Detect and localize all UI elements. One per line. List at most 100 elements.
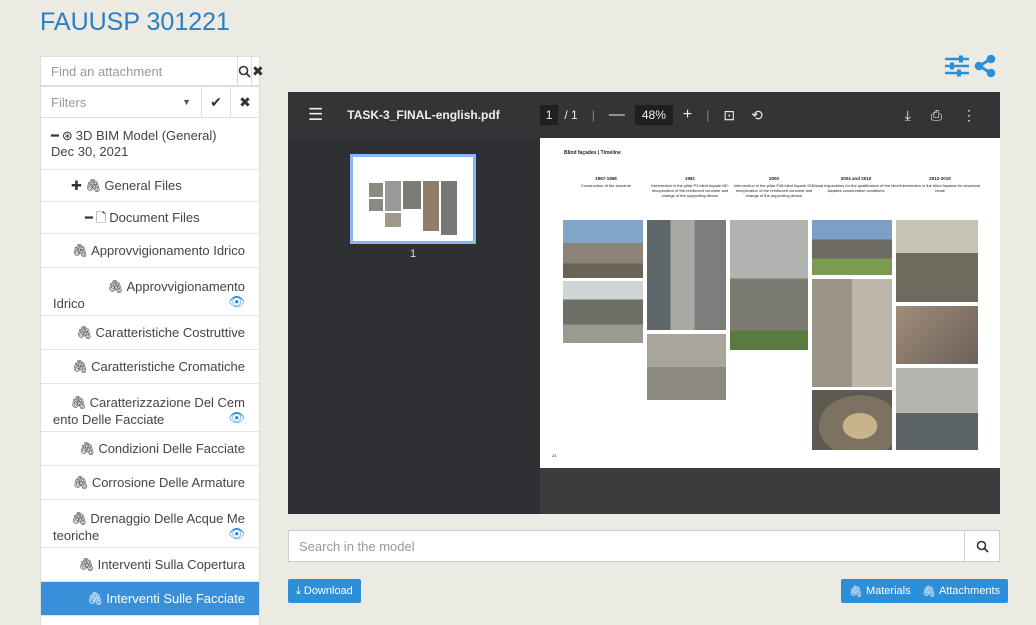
- zoom-out-icon[interactable]: —: [609, 106, 625, 124]
- share-icon[interactable]: [974, 54, 996, 78]
- page-heading: Blind façades | Timeline: [564, 150, 621, 156]
- file-label: Caratteristiche Cromatiche: [91, 359, 245, 374]
- file-item[interactable]: 🖇 Approvvigionamento Idrico: [41, 234, 259, 268]
- attachments-label: Attachments: [938, 585, 1001, 597]
- paperclip-icon: 🖇: [72, 475, 89, 490]
- paperclip-icon: 🖇: [70, 511, 88, 526]
- filters-row: Filters ▼ ✔ ✖: [40, 86, 260, 118]
- eye-icon[interactable]: 👁: [228, 525, 245, 542]
- timeline-text: Intervention in the pillar P3 blind faça…: [651, 183, 729, 198]
- paperclip-icon: 🖇: [78, 441, 96, 456]
- pdf-filename: TASK-3_FINAL-english.pdf: [347, 108, 500, 122]
- page-thumbnail[interactable]: [350, 154, 476, 244]
- model-search-button[interactable]: [964, 531, 999, 561]
- file-item-active[interactable]: 🖇 Interventi Sulle Facciate: [41, 582, 259, 616]
- paperclip-icon: 🖇: [71, 243, 89, 258]
- filters-select[interactable]: Filters ▼: [41, 87, 201, 117]
- thumb-photo: [369, 183, 383, 197]
- paperclip-icon: 🖇: [84, 178, 102, 193]
- folder-label: Document Files: [109, 210, 200, 225]
- thumbnail-page-number: 1: [409, 248, 417, 260]
- photo-inspection-2: [812, 279, 892, 387]
- clear-search-button[interactable]: ✖: [251, 57, 264, 85]
- apply-filter-button[interactable]: ✔: [201, 87, 230, 117]
- menu-icon[interactable]: ☰: [308, 105, 323, 125]
- zoom-in-icon[interactable]: +: [683, 106, 692, 124]
- materials-button[interactable]: 🖇 Materials: [841, 579, 919, 603]
- photo-inspection-3: [812, 390, 892, 450]
- eye-icon[interactable]: 👁: [228, 409, 245, 426]
- print-icon[interactable]: ⎙: [931, 107, 942, 124]
- file-item[interactable]: 🖇 Caratteristiche Costruttive: [41, 316, 259, 350]
- page-footer-number: 24: [552, 453, 557, 458]
- plus-icon: ✚: [71, 178, 82, 193]
- filters-label: Filters: [51, 94, 87, 110]
- clear-filter-button[interactable]: ✖: [230, 87, 259, 117]
- zoom-input[interactable]: 48%: [634, 105, 673, 125]
- file-item[interactable]: 🖇 Drenaggio Delle Acque Me teoriche 👁: [41, 500, 259, 548]
- search-button[interactable]: [237, 57, 251, 85]
- search-icon: [976, 540, 989, 553]
- rotate-icon[interactable]: ⟲: [751, 107, 763, 124]
- pdf-page: Blind façades | Timeline 1967-1968 Constr…: [540, 138, 1000, 468]
- file-label: Approvvigionamento Idrico: [91, 243, 245, 258]
- thumb-photo: [441, 181, 457, 235]
- tree-folder-document-files[interactable]: ━ 🗋 Document Files: [41, 202, 259, 234]
- caret-down-icon: ▼: [182, 97, 191, 107]
- timeline-year: 2004 and 2010: [840, 176, 872, 181]
- timeline-entry: 2004 and 2010 Visual inspections for the …: [812, 176, 900, 193]
- thumb-photo: [403, 181, 421, 209]
- file-label: Interventi Sulla Copertura: [97, 557, 245, 572]
- download-button[interactable]: ⤓ Download: [288, 579, 361, 603]
- timeline-entry: 1981 Intervention in the pillar P3 blind …: [646, 176, 734, 198]
- timeline-year: 2012-2015: [929, 176, 951, 181]
- fit-page-icon[interactable]: ⊡: [723, 107, 735, 124]
- file-label-cont: ento Delle Facciate: [53, 412, 165, 427]
- top-actions: [944, 54, 996, 78]
- paperclip-icon: 🖇: [70, 395, 87, 410]
- close-icon: ✖: [252, 62, 264, 79]
- more-vert-icon[interactable]: ⋮: [962, 107, 976, 124]
- file-label: Caratteristiche Costruttive: [95, 325, 245, 340]
- file-item[interactable]: 🖇 Condizioni Delle Facciate: [41, 432, 259, 466]
- file-item[interactable]: 🖇 Caratterizzazione Del Cem ento Delle Fac…: [41, 384, 259, 432]
- paperclip-icon: 🖇: [78, 557, 95, 572]
- eye-icon[interactable]: 👁: [228, 293, 245, 310]
- timeline-year: 1981: [684, 176, 695, 181]
- file-item[interactable]: 🖇 Caratteristiche Cromatiche: [41, 350, 259, 384]
- file-label: Interventi Sulle Facciate: [106, 591, 245, 606]
- check-icon: ✔: [210, 93, 222, 110]
- file-label: Drenaggio Delle Acque Me: [90, 511, 245, 526]
- page-title: FAUUSP 301221: [40, 8, 230, 36]
- download-icon: ⤓: [296, 584, 301, 597]
- file-item[interactable]: 🖇 Approvvigionamento Idrico 👁: [41, 268, 259, 316]
- file-label-cont: teoriche: [53, 528, 100, 543]
- photo-construction-2: [563, 281, 643, 343]
- cube-icon: ⊛: [61, 128, 73, 143]
- sliders-icon[interactable]: [944, 54, 970, 78]
- file-item[interactable]: 🖇 Corrosione Delle Armature: [41, 466, 259, 500]
- download-label: Download: [303, 585, 353, 597]
- paperclip-icon: 🖇: [922, 585, 936, 598]
- page-number-input[interactable]: 1: [539, 105, 559, 125]
- attachments-button[interactable]: 🖇 Attachments: [914, 579, 1009, 603]
- attachment-search-input[interactable]: [41, 57, 237, 85]
- photo-reuse-3: [896, 368, 978, 450]
- file-label: Condizioni Delle Facciate: [98, 441, 245, 456]
- model-search-input[interactable]: [289, 537, 964, 555]
- paperclip-icon: 🖇: [71, 359, 89, 374]
- thumbnail-panel: 1: [288, 138, 540, 514]
- paperclip-icon: 🖇: [106, 279, 124, 294]
- tree-root-node[interactable]: ━ ⊛ 3D BIM Model (General) Dec 30, 2021: [41, 118, 259, 170]
- timeline-text: Visual inspections for the qualification…: [812, 183, 900, 193]
- timeline-year: 1967-1968: [595, 176, 617, 181]
- download-icon[interactable]: ⤓: [905, 107, 911, 124]
- page-total: / 1: [564, 108, 578, 122]
- tree-folder-general-files[interactable]: ✚ 🖇 General Files: [41, 170, 259, 202]
- attachment-search: ✖: [40, 56, 264, 86]
- photo-pillar-p48: [730, 220, 808, 350]
- photo-inspection: [812, 220, 892, 275]
- timeline-year: 2000: [768, 176, 779, 181]
- photo-pillar-p3: [647, 220, 726, 330]
- file-item[interactable]: 🖇 Interventi Sulla Copertura: [41, 548, 259, 582]
